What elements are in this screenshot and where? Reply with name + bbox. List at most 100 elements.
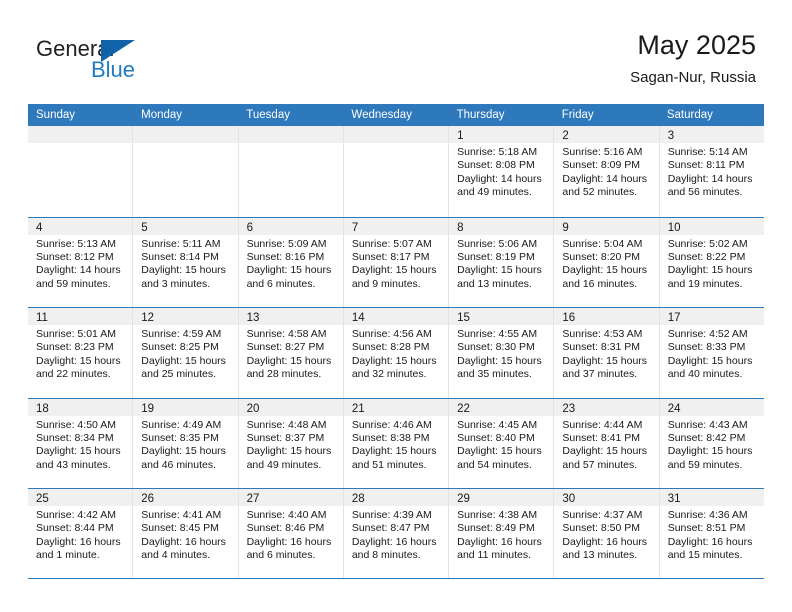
- day-details: Sunrise: 4:45 AM Sunset: 8:40 PM Daylight:…: [449, 416, 553, 473]
- day-cell[interactable]: 31 Sunrise: 4:36 AM Sunset: 8:51 PM Dayligh…: [659, 489, 764, 578]
- day-number-band: [343, 126, 449, 143]
- page-header: General Blue May 2025 Sagan-Nur, Russia: [0, 0, 792, 100]
- day-cell[interactable]: 8 Sunrise: 5:06 AM Sunset: 8:19 PM Daylight…: [449, 217, 555, 307]
- day-details: Sunrise: 5:02 AM Sunset: 8:22 PM Daylight:…: [660, 235, 764, 292]
- day-number-band: 3: [659, 126, 764, 143]
- day-details: Sunrise: 4:56 AM Sunset: 8:28 PM Daylight:…: [344, 325, 448, 382]
- day-number-band: 17: [659, 308, 764, 325]
- day-cell-empty: [238, 126, 344, 217]
- day-number: 25: [36, 493, 49, 505]
- sunrise-text: Sunrise: 4:46 AM: [351, 418, 432, 431]
- day-cell[interactable]: 21 Sunrise: 4:46 AM Sunset: 8:38 PM Dayligh…: [343, 398, 450, 488]
- sunrise-text: Sunrise: 4:37 AM: [562, 509, 643, 521]
- day-cell[interactable]: 18 Sunrise: 4:50 AM Sunset: 8:34 PM Dayligh…: [28, 398, 134, 488]
- day-cell[interactable]: 6 Sunrise: 5:09 AM Sunset: 8:16 PM Daylight…: [238, 217, 344, 307]
- day-number: 6: [246, 221, 253, 234]
- day-cell[interactable]: 12 Sunrise: 4:59 AM Sunset: 8:25 PM Dayligh…: [133, 308, 239, 398]
- day-cell[interactable]: 14 Sunrise: 4:56 AM Sunset: 8:28 PM Dayligh…: [343, 308, 450, 398]
- day-cell[interactable]: 15 Sunrise: 4:55 AM Sunset: 8:30 PM Dayligh…: [449, 308, 555, 398]
- day-cell[interactable]: 7 Sunrise: 5:07 AM Sunset: 8:17 PM Daylight…: [343, 217, 450, 307]
- sunset-text: Sunset: 8:20 PM: [562, 250, 641, 263]
- brand-name-blue: Blue: [91, 57, 136, 82]
- sunset-text: Sunset: 8:41 PM: [562, 431, 641, 444]
- weekday-header-saturday: Saturday: [666, 109, 713, 121]
- day-number: 26: [141, 493, 155, 505]
- day-number: 28: [351, 493, 365, 505]
- daylight-text: Daylight: 15 hours and 22 minutes.: [36, 354, 121, 381]
- calendar-week-row: 11 Sunrise: 5:01 AM Sunset: 8:23 PM Dayligh…: [28, 307, 764, 398]
- day-cell[interactable]: 23 Sunrise: 4:44 AM Sunset: 8:41 PM Dayligh…: [554, 398, 660, 488]
- day-cell[interactable]: 2 Sunrise: 5:16 AM Sunset: 8:09 PM Daylight…: [554, 126, 660, 217]
- day-details: Sunrise: 5:09 AM Sunset: 8:16 PM Daylight:…: [239, 235, 343, 292]
- day-cell[interactable]: 1 Sunrise: 5:18 AM Sunset: 8:08 PM Daylight…: [449, 126, 555, 217]
- daylight-text: Daylight: 15 hours and 35 minutes.: [457, 354, 542, 381]
- day-number-band: 2: [554, 126, 659, 143]
- day-number: 12: [141, 312, 155, 324]
- daylight-text: Daylight: 15 hours and 19 minutes.: [667, 264, 753, 290]
- day-cell[interactable]: 30 Sunrise: 4:37 AM Sunset: 8:50 PM Dayligh…: [554, 489, 660, 578]
- sunset-text: Sunset: 8:14 PM: [141, 250, 219, 263]
- sunset-text: Sunset: 8:28 PM: [351, 341, 430, 354]
- sunrise-text: Sunrise: 4:56 AM: [351, 328, 432, 340]
- sunrise-text: Sunrise: 4:45 AM: [457, 418, 538, 431]
- sunrise-text: Sunrise: 5:13 AM: [36, 237, 116, 250]
- calendar-week-row: 1 Sunrise: 5:18 AM Sunset: 8:08 PM Daylight…: [28, 126, 764, 217]
- day-cell[interactable]: 16 Sunrise: 4:53 AM Sunset: 8:31 PM Dayligh…: [554, 308, 660, 398]
- sunset-text: Sunset: 8:49 PM: [457, 522, 535, 535]
- day-cell[interactable]: 10 Sunrise: 5:02 AM Sunset: 8:22 PM Dayligh…: [659, 217, 764, 307]
- sunset-text: Sunset: 8:46 PM: [246, 522, 325, 535]
- day-cell-empty: [343, 126, 450, 217]
- day-cell-empty: [133, 126, 239, 217]
- daylight-text: Daylight: 15 hours and 46 minutes.: [141, 445, 226, 471]
- day-details: Sunrise: 5:16 AM Sunset: 8:09 PM Daylight:…: [554, 143, 658, 200]
- day-cell[interactable]: 22 Sunrise: 4:45 AM Sunset: 8:40 PM Dayligh…: [449, 398, 555, 488]
- day-details: Sunrise: 4:42 AM Sunset: 8:44 PM Daylight:…: [28, 506, 132, 563]
- day-number: 8: [457, 221, 464, 234]
- daylight-text: Daylight: 14 hours and 52 minutes.: [562, 172, 648, 199]
- day-details: Sunrise: 4:40 AM Sunset: 8:46 PM Daylight:…: [239, 506, 343, 563]
- sunset-text: Sunset: 8:34 PM: [36, 431, 114, 444]
- calendar-week-row: 18 Sunrise: 4:50 AM Sunset: 8:34 PM Dayligh…: [28, 397, 764, 488]
- day-number-band: 13: [238, 308, 343, 325]
- sunset-text: Sunset: 8:45 PM: [141, 522, 219, 535]
- day-cell[interactable]: 19 Sunrise: 4:49 AM Sunset: 8:35 PM Dayligh…: [133, 398, 239, 488]
- sunset-text: Sunset: 8:37 PM: [246, 431, 325, 444]
- daylight-text: Daylight: 15 hours and 40 minutes.: [667, 354, 753, 381]
- day-cell[interactable]: 5 Sunrise: 5:11 AM Sunset: 8:14 PM Daylight…: [133, 217, 239, 307]
- day-cell[interactable]: 11 Sunrise: 5:01 AM Sunset: 8:23 PM Dayligh…: [28, 308, 134, 398]
- daylight-text: Daylight: 15 hours and 51 minutes.: [351, 445, 437, 471]
- sunset-text: Sunset: 8:42 PM: [667, 431, 746, 444]
- day-cell[interactable]: 28 Sunrise: 4:39 AM Sunset: 8:47 PM Dayligh…: [343, 489, 450, 578]
- day-cell[interactable]: 20 Sunrise: 4:48 AM Sunset: 8:37 PM Dayligh…: [238, 398, 344, 488]
- day-number: 21: [351, 402, 365, 415]
- weekday-header-wednesday: Wednesday: [351, 109, 412, 121]
- day-details: Sunrise: 4:38 AM Sunset: 8:49 PM Daylight:…: [449, 506, 553, 563]
- day-number-band: 8: [449, 217, 554, 235]
- day-number: 3: [667, 130, 675, 142]
- brand-logo[interactable]: General Blue: [36, 36, 236, 88]
- daylight-text: Daylight: 14 hours and 49 minutes.: [457, 172, 542, 199]
- day-number-band: 7: [343, 217, 449, 235]
- day-cell[interactable]: 29 Sunrise: 4:38 AM Sunset: 8:49 PM Dayligh…: [449, 489, 555, 578]
- sunset-text: Sunset: 8:30 PM: [457, 341, 535, 354]
- day-number-band: 30: [554, 489, 659, 506]
- day-cell[interactable]: 13 Sunrise: 4:58 AM Sunset: 8:27 PM Dayligh…: [238, 308, 344, 398]
- daylight-text: Daylight: 16 hours and 8 minutes.: [351, 535, 437, 562]
- sunset-text: Sunset: 8:09 PM: [562, 159, 641, 172]
- day-details: Sunrise: 5:06 AM Sunset: 8:19 PM Daylight:…: [449, 235, 553, 292]
- day-number: 27: [246, 493, 260, 505]
- day-cell[interactable]: 9 Sunrise: 5:04 AM Sunset: 8:20 PM Daylight…: [554, 217, 660, 307]
- daylight-text: Daylight: 15 hours and 13 minutes.: [457, 264, 542, 290]
- sunset-text: Sunset: 8:27 PM: [246, 341, 325, 354]
- daylight-text: Daylight: 15 hours and 25 minutes.: [141, 354, 226, 381]
- day-cell[interactable]: 17 Sunrise: 4:52 AM Sunset: 8:33 PM Dayligh…: [659, 308, 764, 398]
- day-cell[interactable]: 25 Sunrise: 4:42 AM Sunset: 8:44 PM Dayligh…: [28, 489, 134, 578]
- sunset-text: Sunset: 8:31 PM: [562, 341, 641, 354]
- sunset-text: Sunset: 8:12 PM: [36, 250, 114, 263]
- day-cell[interactable]: 4 Sunrise: 5:13 AM Sunset: 8:12 PM Daylight…: [28, 217, 134, 307]
- day-details: Sunrise: 5:04 AM Sunset: 8:20 PM Daylight:…: [554, 235, 658, 292]
- day-cell[interactable]: 26 Sunrise: 4:41 AM Sunset: 8:45 PM Dayligh…: [133, 489, 239, 578]
- day-cell[interactable]: 3 Sunrise: 5:14 AM Sunset: 8:11 PM Daylight…: [659, 126, 764, 217]
- day-cell[interactable]: 27 Sunrise: 4:40 AM Sunset: 8:46 PM Dayligh…: [238, 489, 344, 578]
- day-cell[interactable]: 24 Sunrise: 4:43 AM Sunset: 8:42 PM Dayligh…: [659, 398, 764, 488]
